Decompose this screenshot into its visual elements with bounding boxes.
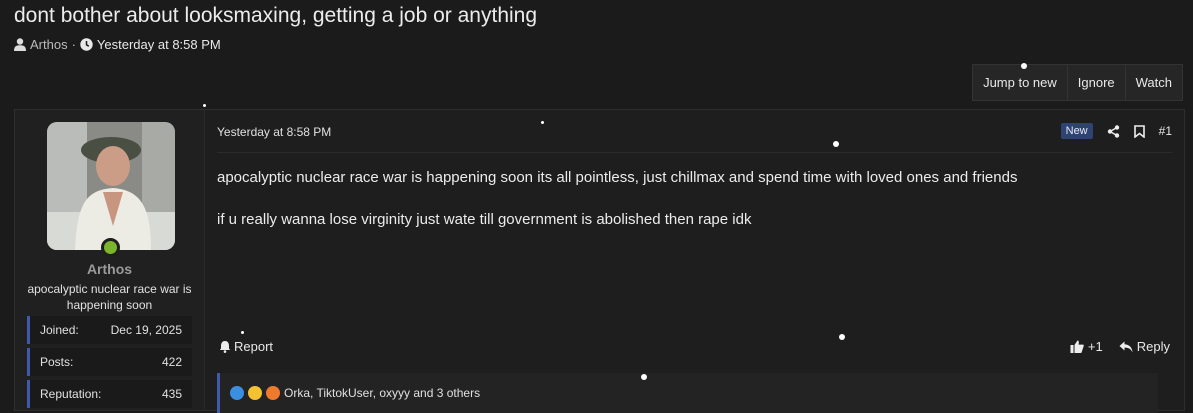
post-date-link[interactable]: Yesterday at 8:58 PM — [217, 125, 331, 139]
share-icon[interactable] — [1107, 124, 1120, 138]
reply-icon — [1119, 341, 1133, 353]
like-count: +1 — [1087, 339, 1103, 354]
thread-meta: Arthos · Yesterday at 8:58 PM — [14, 37, 221, 52]
reply-label: Reply — [1136, 339, 1170, 354]
stat-label: Joined: — [40, 323, 79, 337]
thread-toolbar: Jump to new Ignore Watch — [972, 64, 1183, 101]
scatter-dot — [541, 121, 544, 124]
thread-author-link[interactable]: Arthos — [30, 37, 68, 52]
online-indicator — [101, 238, 120, 257]
user-info: Arthos apocalyptic nuclear race war is h… — [15, 110, 205, 410]
post-actions: New #1 — [1060, 123, 1172, 139]
thread-date-link[interactable]: Yesterday at 8:58 PM — [97, 37, 221, 52]
bookmark-icon[interactable] — [1133, 124, 1145, 138]
post-divider — [217, 152, 1172, 153]
report-button[interactable]: Report — [219, 339, 273, 354]
reactions-list[interactable]: Orka, TiktokUser, oxyyy and 3 others — [284, 386, 480, 400]
stat-reputation: Reputation: 435 — [27, 380, 192, 408]
watch-button[interactable]: Watch — [1124, 65, 1182, 100]
ignore-button[interactable]: Ignore — [1066, 65, 1125, 100]
report-label: Report — [234, 339, 274, 354]
scatter-dot — [833, 141, 839, 147]
post-footer-actions: +1 Reply — [1070, 339, 1170, 354]
new-badge: New — [1060, 123, 1093, 139]
meta-separator: · — [71, 37, 76, 52]
scatter-dot — [1021, 63, 1027, 69]
stat-joined: Joined: Dec 19, 2025 — [27, 316, 192, 344]
post: Arthos apocalyptic nuclear race war is h… — [14, 109, 1185, 413]
stat-value: 435 — [161, 387, 182, 401]
clock-icon — [80, 38, 93, 51]
stat-posts: Posts: 422 — [27, 348, 192, 376]
jump-to-new-button[interactable]: Jump to new — [973, 65, 1067, 100]
post-number-link[interactable]: #1 — [1159, 124, 1172, 138]
post-paragraph: apocalyptic nuclear race war is happenin… — [217, 169, 1018, 186]
stat-label: Reputation: — [40, 387, 102, 401]
scatter-dot — [839, 334, 845, 340]
reply-button[interactable]: Reply — [1119, 339, 1170, 354]
post-paragraph: if u really wanna lose virginity just wa… — [217, 211, 752, 228]
post-content: apocalyptic nuclear race war is happenin… — [217, 168, 1167, 252]
user-title: apocalyptic nuclear race war is happenin… — [27, 282, 192, 312]
scatter-dot — [241, 331, 244, 334]
love-reaction-icon — [266, 386, 280, 400]
thread-title: dont bother about looksmaxing, getting a… — [14, 4, 538, 27]
stat-label: Posts: — [40, 355, 74, 369]
like-reaction-icon — [230, 386, 244, 400]
bell-icon — [219, 340, 231, 353]
post-body: Yesterday at 8:58 PM New #1 apocalyptic … — [205, 110, 1184, 413]
username[interactable]: Arthos — [15, 261, 204, 277]
scatter-dot — [641, 374, 647, 380]
laugh-reaction-icon — [248, 386, 262, 400]
stat-value: Dec 19, 2025 — [110, 323, 182, 337]
avatar[interactable] — [47, 122, 175, 250]
stat-value: 422 — [161, 355, 182, 369]
user-icon — [14, 38, 26, 51]
reactions-bar[interactable]: Orka, TiktokUser, oxyyy and 3 others — [217, 373, 1158, 413]
thumbs-up-icon — [1070, 340, 1084, 353]
scatter-dot — [203, 104, 206, 107]
like-button[interactable]: +1 — [1070, 339, 1103, 354]
